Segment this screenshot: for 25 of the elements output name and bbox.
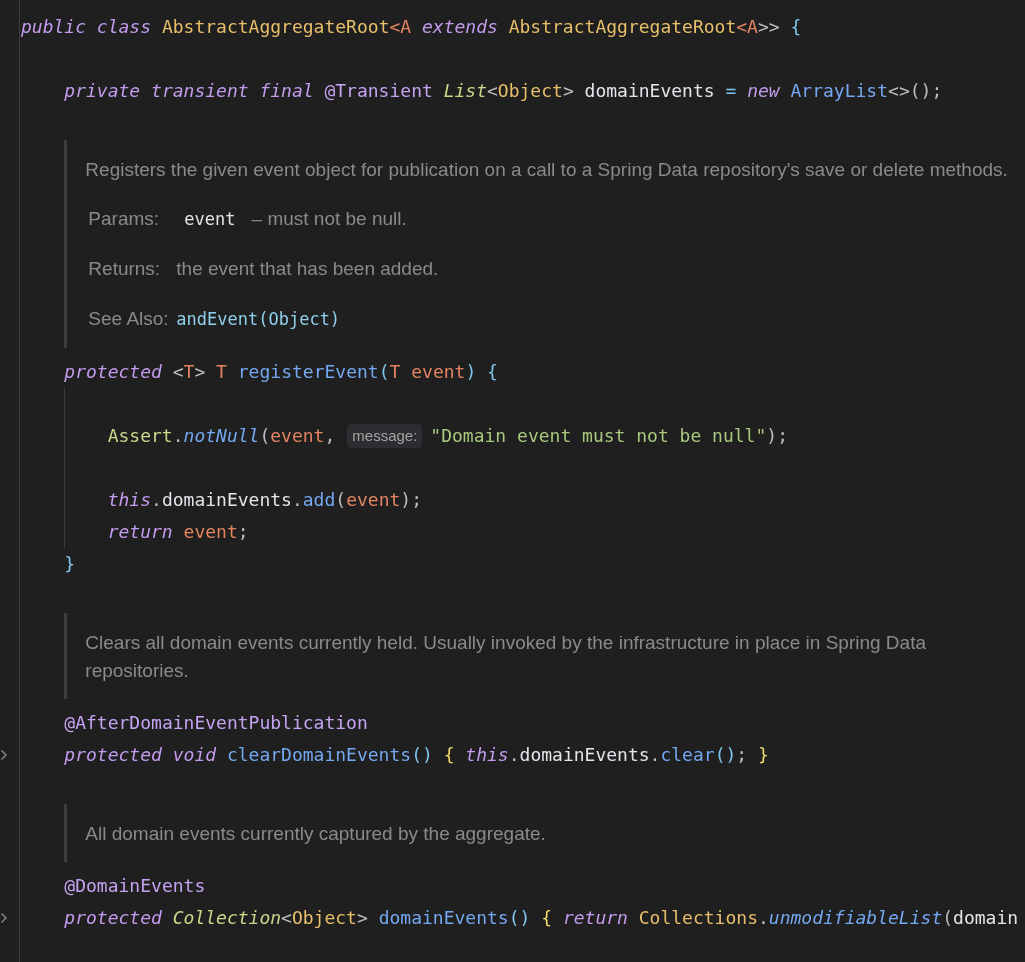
doc-tag-label: Params: (88, 208, 161, 230)
see-also-link[interactable]: andEvent(Object) (176, 309, 341, 329)
code-text: protected Collection<Object> domainEvents() { return Collections.unmodifiableList(domain (64, 906, 1019, 930)
code-text: } (64, 552, 76, 576)
doc-tag-text: the event that has been added. (176, 258, 439, 280)
doc-tag-label: See Also: (88, 308, 170, 330)
code-text: return event; (107, 520, 249, 544)
param-name: event (184, 209, 236, 229)
doc-description: Clears all domain events currently held. Usually invoked by the infrastructure in place in Spring Data repositories. (85, 631, 927, 683)
code-text: public class AbstractAggregateRoot<A extends AbstractAggregateRoot<A>> { (21, 15, 802, 39)
doc-description: All domain events currently captured by the aggregate. (85, 822, 547, 846)
code-text: @DomainEvents (64, 874, 206, 898)
code-text: @AfterDomainEventPublication (64, 711, 368, 735)
fold-chevron-icon[interactable] (0, 749, 8, 761)
doc-tag-text: – must not be null. (251, 208, 407, 230)
code-text: "Domain event must not be null"); (430, 424, 788, 448)
code-text: protected <T> T registerEvent(T event) { (64, 360, 498, 384)
doc-tag-label: Returns: (88, 258, 162, 280)
code-text: private transient final @Transient List<Object> domainEvents = new ArrayList<>(); (64, 79, 943, 103)
code-text: protected void clearDomainEvents() { this.domainEvents.clear(); } (64, 743, 769, 767)
fold-chevron-icon[interactable] (0, 912, 8, 924)
code-text: Assert.notNull(event, (107, 424, 336, 448)
code-text: this.domainEvents.add(event); (107, 488, 422, 512)
doc-description: Registers the given event object for publication on a call to a Spring Data repository's save or delete methods. (85, 158, 1009, 182)
parameter-hint: message: (347, 424, 423, 448)
